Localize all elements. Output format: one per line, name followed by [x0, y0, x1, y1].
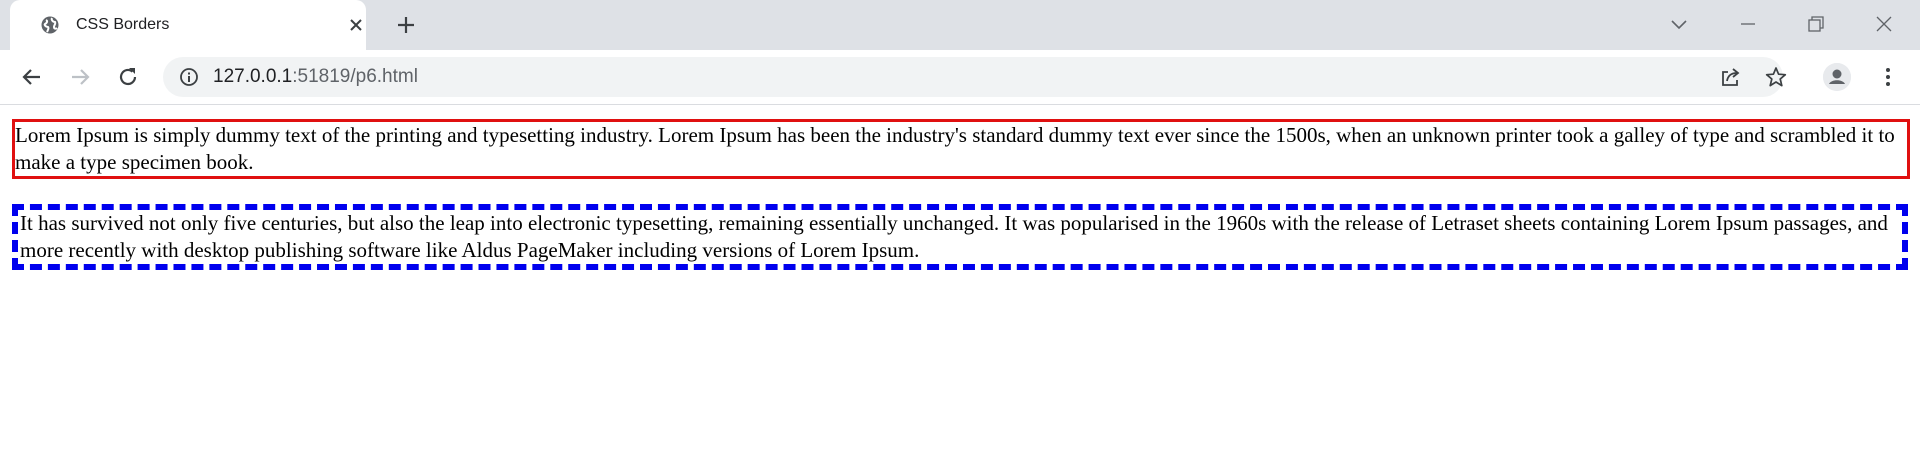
paragraph-blue-dashed-border: It has survived not only five centuries,… [12, 204, 1908, 270]
tab-title: CSS Borders [76, 16, 170, 33]
kebab-menu-icon[interactable] [1876, 65, 1900, 89]
star-icon[interactable] [1765, 66, 1787, 88]
info-icon[interactable] [179, 67, 199, 87]
close-icon[interactable] [347, 16, 365, 34]
arrow-left-icon[interactable] [20, 65, 44, 89]
browser-window: CSS Borders 127.0.0.1:51819/p6.html Lore… [0, 0, 1920, 462]
browser-toolbar: 127.0.0.1:51819/p6.html [0, 50, 1920, 105]
page-content: Lorem Ipsum is simply dummy text of the … [0, 105, 1920, 462]
url-host: 127.0.0.1 [213, 66, 293, 87]
arrow-right-icon[interactable] [68, 65, 92, 89]
reload-icon[interactable] [116, 65, 140, 89]
minimize-icon[interactable] [1736, 12, 1760, 36]
paragraph-red-border: Lorem Ipsum is simply dummy text of the … [12, 119, 1910, 179]
globe-icon [41, 16, 59, 34]
share-icon[interactable] [1719, 66, 1741, 88]
tab-search-chevron-down-icon[interactable] [1667, 12, 1691, 36]
active-tab[interactable]: CSS Borders [10, 0, 366, 50]
url-path: :51819/p6.html [292, 66, 418, 87]
url-text[interactable]: 127.0.0.1:51819/p6.html [213, 67, 418, 87]
address-bar[interactable]: 127.0.0.1:51819/p6.html [163, 57, 1787, 97]
profile-avatar[interactable] [1823, 63, 1851, 91]
new-tab-plus-icon[interactable] [395, 14, 417, 36]
close-window-icon[interactable] [1872, 12, 1896, 36]
tab-strip: CSS Borders [0, 0, 1920, 50]
profile-icon [1823, 63, 1851, 91]
restore-icon[interactable] [1804, 12, 1828, 36]
